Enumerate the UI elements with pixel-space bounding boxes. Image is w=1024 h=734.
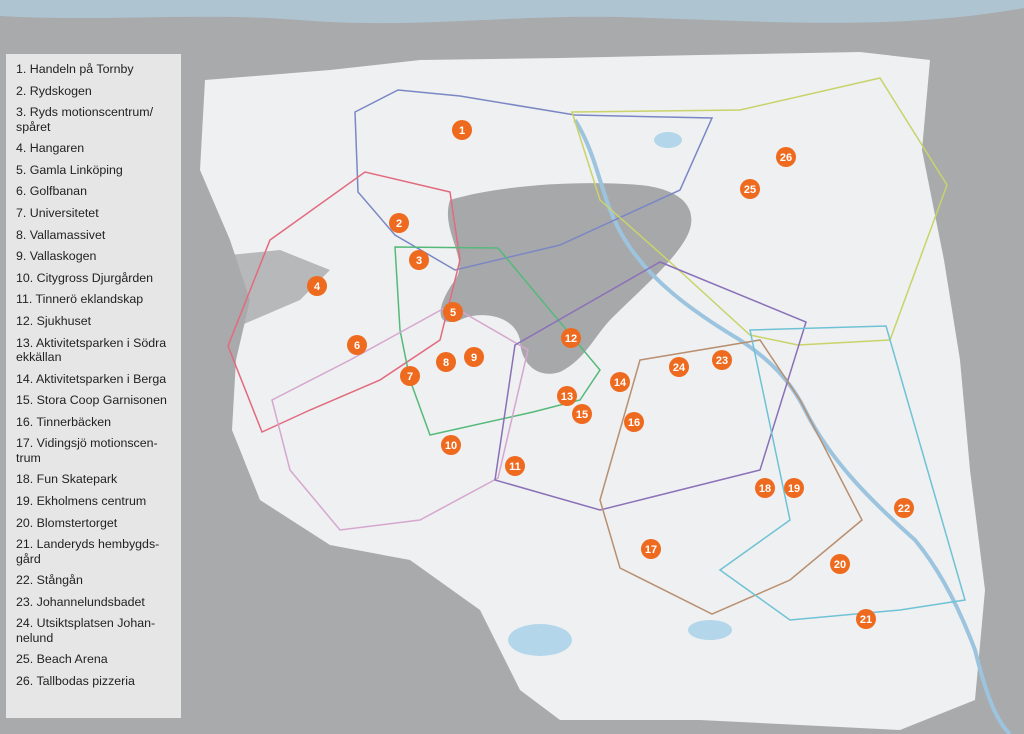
map-marker-4[interactable]: 4 bbox=[307, 276, 327, 296]
legend-item-5: 5. Gamla Linköping bbox=[16, 162, 123, 177]
legend-item-18: 18. Fun Skatepark bbox=[16, 472, 118, 487]
map-marker-23[interactable]: 23 bbox=[712, 350, 732, 370]
marker-label-25: 25 bbox=[744, 184, 756, 196]
lake-south-1 bbox=[508, 624, 572, 656]
map-marker-16[interactable]: 16 bbox=[624, 412, 644, 432]
map-marker-11[interactable]: 11 bbox=[505, 456, 525, 476]
legend-item-23: 23. Johannelundsbadet bbox=[16, 594, 145, 609]
marker-label-15: 15 bbox=[576, 409, 588, 421]
map-marker-1[interactable]: 1 bbox=[452, 120, 472, 140]
legend-item-25: 25. Beach Arena bbox=[16, 652, 108, 667]
marker-label-16: 16 bbox=[628, 417, 640, 429]
marker-label-6: 6 bbox=[354, 340, 360, 352]
legend-item-7: 7. Universitetet bbox=[16, 205, 99, 220]
legend-item-4: 4. Hangaren bbox=[16, 141, 85, 156]
map-marker-9[interactable]: 9 bbox=[464, 347, 484, 367]
marker-label-5: 5 bbox=[450, 307, 456, 319]
legend-item-20: 20. Blomstertorget bbox=[16, 515, 118, 530]
map-marker-8[interactable]: 8 bbox=[436, 352, 456, 372]
marker-label-3: 3 bbox=[416, 255, 422, 267]
map-marker-13[interactable]: 13 bbox=[557, 386, 577, 406]
marker-label-26: 26 bbox=[780, 152, 792, 164]
marker-label-9: 9 bbox=[471, 352, 477, 364]
legend-item-6: 6. Golfbanan bbox=[16, 184, 87, 199]
marker-label-8: 8 bbox=[443, 357, 449, 369]
legend-item-19: 19. Ekholmens centrum bbox=[16, 493, 147, 508]
map-marker-6[interactable]: 6 bbox=[347, 335, 367, 355]
legend-item-2: 2. Rydskogen bbox=[16, 83, 92, 98]
marker-label-4: 4 bbox=[314, 281, 321, 293]
map-marker-14[interactable]: 14 bbox=[610, 372, 630, 392]
map-marker-22[interactable]: 22 bbox=[894, 498, 914, 518]
lake-south-2 bbox=[688, 620, 732, 640]
legend-item-17: 17. Vidingsjö motionscen- trum bbox=[16, 436, 158, 465]
marker-label-20: 20 bbox=[834, 559, 846, 571]
legend-item-22: 22. Stångån bbox=[16, 573, 83, 588]
map-marker-21[interactable]: 21 bbox=[856, 609, 876, 629]
legend-item-9: 9. Vallaskogen bbox=[16, 249, 97, 264]
marker-label-24: 24 bbox=[673, 362, 686, 374]
map-marker-17[interactable]: 17 bbox=[641, 539, 661, 559]
map-marker-5[interactable]: 5 bbox=[443, 302, 463, 322]
marker-label-19: 19 bbox=[788, 483, 800, 495]
legend-item-24: 24. Utsiktsplatsen Johan- nelund bbox=[16, 616, 156, 645]
lake-north bbox=[654, 132, 682, 148]
map-marker-3[interactable]: 3 bbox=[409, 250, 429, 270]
legend-item-26: 26. Tallbodas pizzeria bbox=[16, 673, 135, 688]
map-marker-19[interactable]: 19 bbox=[784, 478, 804, 498]
legend-item-15: 15. Stora Coop Garnisonen bbox=[16, 393, 167, 408]
legend-item-21: 21. Landeryds hembygds- gård bbox=[16, 537, 160, 566]
map-marker-7[interactable]: 7 bbox=[400, 366, 420, 386]
legend-item-11: 11. Tinnerö eklandskap bbox=[16, 292, 144, 307]
map-marker-2[interactable]: 2 bbox=[389, 213, 409, 233]
map-marker-10[interactable]: 10 bbox=[441, 435, 461, 455]
legend-list: 1. Handeln på Tornby 2. Rydskogen 3. Ryds … bbox=[16, 62, 175, 688]
map-marker-12[interactable]: 12 bbox=[561, 328, 581, 348]
marker-label-7: 7 bbox=[407, 371, 413, 383]
legend-item-13: 13. Aktivitetsparken i Södra ekkällan bbox=[16, 335, 167, 364]
marker-label-10: 10 bbox=[445, 440, 457, 452]
marker-label-21: 21 bbox=[860, 614, 872, 626]
legend-panel: 1. Handeln på Tornby 2. Rydskogen 3. Ryds … bbox=[6, 54, 181, 718]
map-marker-25[interactable]: 25 bbox=[740, 179, 760, 199]
legend-item-16: 16. Tinnerbäcken bbox=[16, 414, 112, 429]
map-marker-15[interactable]: 15 bbox=[572, 404, 592, 424]
marker-label-12: 12 bbox=[565, 333, 577, 345]
marker-label-23: 23 bbox=[716, 355, 728, 367]
marker-label-2: 2 bbox=[396, 218, 402, 230]
marker-label-17: 17 bbox=[645, 544, 657, 556]
marker-label-1: 1 bbox=[459, 125, 465, 137]
map-marker-18[interactable]: 18 bbox=[755, 478, 775, 498]
legend-item-1: 1. Handeln på Tornby bbox=[16, 62, 134, 76]
legend-item-8: 8. Vallamassivet bbox=[16, 227, 106, 242]
legend-item-3: 3. Ryds motionscentrum/ spåret bbox=[16, 105, 154, 134]
legend-item-10: 10. Citygross Djurgården bbox=[16, 270, 154, 285]
marker-label-11: 11 bbox=[509, 461, 521, 473]
marker-label-13: 13 bbox=[561, 391, 573, 403]
legend-item-14: 14. Aktivitetsparken i Berga bbox=[16, 371, 167, 386]
marker-label-22: 22 bbox=[898, 503, 910, 515]
marker-label-14: 14 bbox=[614, 377, 627, 389]
marker-label-18: 18 bbox=[759, 483, 771, 495]
map-marker-24[interactable]: 24 bbox=[669, 357, 689, 377]
map-marker-20[interactable]: 20 bbox=[830, 554, 850, 574]
legend-item-12: 12. Sjukhuset bbox=[16, 313, 92, 328]
map-marker-26[interactable]: 26 bbox=[776, 147, 796, 167]
